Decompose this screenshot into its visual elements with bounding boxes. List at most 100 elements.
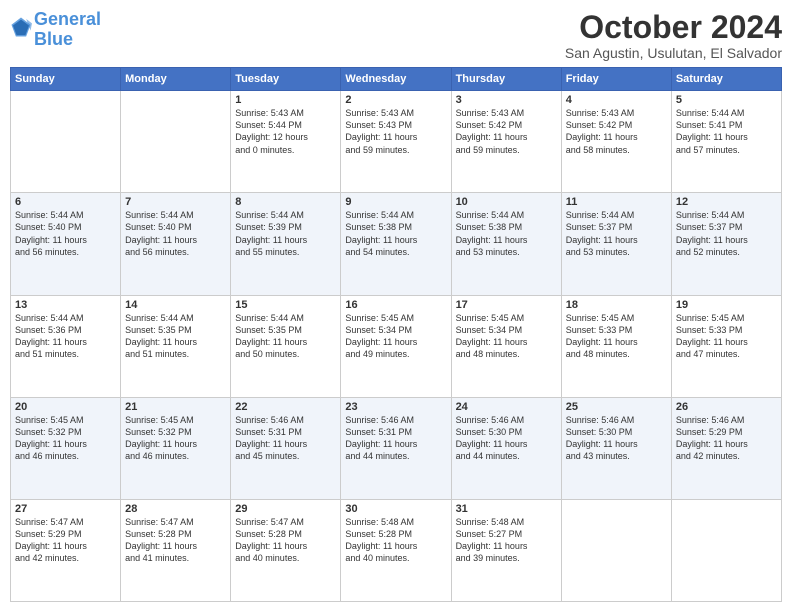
calendar-cell — [121, 91, 231, 193]
calendar-cell: 22Sunrise: 5:46 AMSunset: 5:31 PMDayligh… — [231, 397, 341, 499]
cell-content: Sunrise: 5:47 AMSunset: 5:28 PMDaylight:… — [125, 516, 226, 565]
day-number: 5 — [676, 94, 777, 106]
calendar-cell: 21Sunrise: 5:45 AMSunset: 5:32 PMDayligh… — [121, 397, 231, 499]
calendar-cell — [11, 91, 121, 193]
day-number: 4 — [566, 94, 667, 106]
week-row-2: 13Sunrise: 5:44 AMSunset: 5:36 PMDayligh… — [11, 295, 782, 397]
cell-content: Sunrise: 5:44 AMSunset: 5:38 PMDaylight:… — [456, 209, 557, 258]
calendar-cell: 17Sunrise: 5:45 AMSunset: 5:34 PMDayligh… — [451, 295, 561, 397]
header-row: SundayMondayTuesdayWednesdayThursdayFrid… — [11, 68, 782, 91]
day-number: 11 — [566, 196, 667, 208]
day-number: 15 — [235, 299, 336, 311]
day-number: 23 — [345, 401, 446, 413]
calendar-cell: 12Sunrise: 5:44 AMSunset: 5:37 PMDayligh… — [671, 193, 781, 295]
cell-content: Sunrise: 5:44 AMSunset: 5:38 PMDaylight:… — [345, 209, 446, 258]
calendar-cell: 30Sunrise: 5:48 AMSunset: 5:28 PMDayligh… — [341, 499, 451, 601]
week-row-1: 6Sunrise: 5:44 AMSunset: 5:40 PMDaylight… — [11, 193, 782, 295]
calendar-cell: 29Sunrise: 5:47 AMSunset: 5:28 PMDayligh… — [231, 499, 341, 601]
calendar-cell: 26Sunrise: 5:46 AMSunset: 5:29 PMDayligh… — [671, 397, 781, 499]
day-number: 2 — [345, 94, 446, 106]
header-cell-friday: Friday — [561, 68, 671, 91]
cell-content: Sunrise: 5:45 AMSunset: 5:34 PMDaylight:… — [345, 312, 446, 361]
day-number: 30 — [345, 503, 446, 515]
logo-line1: General — [34, 9, 101, 29]
calendar-cell: 3Sunrise: 5:43 AMSunset: 5:42 PMDaylight… — [451, 91, 561, 193]
page: General Blue October 2024 San Agustin, U… — [0, 0, 792, 612]
header-cell-tuesday: Tuesday — [231, 68, 341, 91]
calendar-cell: 25Sunrise: 5:46 AMSunset: 5:30 PMDayligh… — [561, 397, 671, 499]
day-number: 28 — [125, 503, 226, 515]
calendar-cell: 13Sunrise: 5:44 AMSunset: 5:36 PMDayligh… — [11, 295, 121, 397]
cell-content: Sunrise: 5:43 AMSunset: 5:42 PMDaylight:… — [456, 107, 557, 156]
cell-content: Sunrise: 5:43 AMSunset: 5:44 PMDaylight:… — [235, 107, 336, 156]
week-row-3: 20Sunrise: 5:45 AMSunset: 5:32 PMDayligh… — [11, 397, 782, 499]
cell-content: Sunrise: 5:44 AMSunset: 5:40 PMDaylight:… — [125, 209, 226, 258]
day-number: 24 — [456, 401, 557, 413]
cell-content: Sunrise: 5:45 AMSunset: 5:34 PMDaylight:… — [456, 312, 557, 361]
location: San Agustin, Usulutan, El Salvador — [565, 45, 782, 61]
logo-line2: Blue — [34, 29, 73, 49]
calendar-table: SundayMondayTuesdayWednesdayThursdayFrid… — [10, 67, 782, 602]
cell-content: Sunrise: 5:44 AMSunset: 5:41 PMDaylight:… — [676, 107, 777, 156]
day-number: 7 — [125, 196, 226, 208]
header-cell-thursday: Thursday — [451, 68, 561, 91]
day-number: 3 — [456, 94, 557, 106]
day-number: 16 — [345, 299, 446, 311]
cell-content: Sunrise: 5:44 AMSunset: 5:35 PMDaylight:… — [125, 312, 226, 361]
header-cell-saturday: Saturday — [671, 68, 781, 91]
day-number: 21 — [125, 401, 226, 413]
calendar-cell — [561, 499, 671, 601]
day-number: 9 — [345, 196, 446, 208]
calendar-cell: 28Sunrise: 5:47 AMSunset: 5:28 PMDayligh… — [121, 499, 231, 601]
day-number: 26 — [676, 401, 777, 413]
calendar-cell: 24Sunrise: 5:46 AMSunset: 5:30 PMDayligh… — [451, 397, 561, 499]
calendar-cell: 7Sunrise: 5:44 AMSunset: 5:40 PMDaylight… — [121, 193, 231, 295]
calendar-cell — [671, 499, 781, 601]
cell-content: Sunrise: 5:45 AMSunset: 5:33 PMDaylight:… — [676, 312, 777, 361]
header-cell-sunday: Sunday — [11, 68, 121, 91]
calendar-cell: 19Sunrise: 5:45 AMSunset: 5:33 PMDayligh… — [671, 295, 781, 397]
calendar-cell: 5Sunrise: 5:44 AMSunset: 5:41 PMDaylight… — [671, 91, 781, 193]
calendar-cell: 23Sunrise: 5:46 AMSunset: 5:31 PMDayligh… — [341, 397, 451, 499]
day-number: 20 — [15, 401, 116, 413]
calendar-cell: 31Sunrise: 5:48 AMSunset: 5:27 PMDayligh… — [451, 499, 561, 601]
calendar-cell: 10Sunrise: 5:44 AMSunset: 5:38 PMDayligh… — [451, 193, 561, 295]
calendar-cell: 4Sunrise: 5:43 AMSunset: 5:42 PMDaylight… — [561, 91, 671, 193]
logo-icon — [10, 16, 32, 38]
calendar-cell: 2Sunrise: 5:43 AMSunset: 5:43 PMDaylight… — [341, 91, 451, 193]
calendar-cell: 9Sunrise: 5:44 AMSunset: 5:38 PMDaylight… — [341, 193, 451, 295]
day-number: 18 — [566, 299, 667, 311]
calendar-cell: 8Sunrise: 5:44 AMSunset: 5:39 PMDaylight… — [231, 193, 341, 295]
cell-content: Sunrise: 5:45 AMSunset: 5:32 PMDaylight:… — [125, 414, 226, 463]
day-number: 6 — [15, 196, 116, 208]
day-number: 14 — [125, 299, 226, 311]
day-number: 22 — [235, 401, 336, 413]
day-number: 1 — [235, 94, 336, 106]
day-number: 12 — [676, 196, 777, 208]
week-row-0: 1Sunrise: 5:43 AMSunset: 5:44 PMDaylight… — [11, 91, 782, 193]
calendar-cell: 15Sunrise: 5:44 AMSunset: 5:35 PMDayligh… — [231, 295, 341, 397]
calendar-cell: 11Sunrise: 5:44 AMSunset: 5:37 PMDayligh… — [561, 193, 671, 295]
month-title: October 2024 — [565, 10, 782, 45]
cell-content: Sunrise: 5:44 AMSunset: 5:37 PMDaylight:… — [566, 209, 667, 258]
cell-content: Sunrise: 5:44 AMSunset: 5:35 PMDaylight:… — [235, 312, 336, 361]
cell-content: Sunrise: 5:46 AMSunset: 5:30 PMDaylight:… — [566, 414, 667, 463]
cell-content: Sunrise: 5:45 AMSunset: 5:32 PMDaylight:… — [15, 414, 116, 463]
cell-content: Sunrise: 5:46 AMSunset: 5:31 PMDaylight:… — [345, 414, 446, 463]
calendar-cell: 6Sunrise: 5:44 AMSunset: 5:40 PMDaylight… — [11, 193, 121, 295]
calendar-cell: 16Sunrise: 5:45 AMSunset: 5:34 PMDayligh… — [341, 295, 451, 397]
header-cell-wednesday: Wednesday — [341, 68, 451, 91]
cell-content: Sunrise: 5:44 AMSunset: 5:37 PMDaylight:… — [676, 209, 777, 258]
cell-content: Sunrise: 5:47 AMSunset: 5:29 PMDaylight:… — [15, 516, 116, 565]
day-number: 29 — [235, 503, 336, 515]
calendar-cell: 14Sunrise: 5:44 AMSunset: 5:35 PMDayligh… — [121, 295, 231, 397]
calendar-body: 1Sunrise: 5:43 AMSunset: 5:44 PMDaylight… — [11, 91, 782, 602]
cell-content: Sunrise: 5:43 AMSunset: 5:42 PMDaylight:… — [566, 107, 667, 156]
day-number: 8 — [235, 196, 336, 208]
week-row-4: 27Sunrise: 5:47 AMSunset: 5:29 PMDayligh… — [11, 499, 782, 601]
cell-content: Sunrise: 5:48 AMSunset: 5:27 PMDaylight:… — [456, 516, 557, 565]
cell-content: Sunrise: 5:44 AMSunset: 5:40 PMDaylight:… — [15, 209, 116, 258]
logo: General Blue — [10, 10, 101, 50]
header-cell-monday: Monday — [121, 68, 231, 91]
cell-content: Sunrise: 5:46 AMSunset: 5:29 PMDaylight:… — [676, 414, 777, 463]
